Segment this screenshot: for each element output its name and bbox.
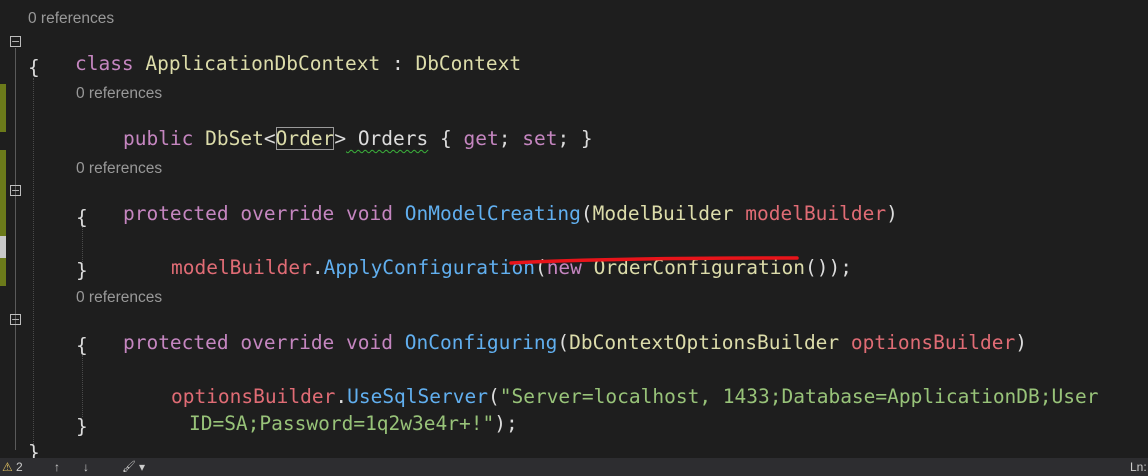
chevron-down-icon[interactable]: ▾ xyxy=(139,460,145,474)
punctuation: ; } xyxy=(557,127,593,150)
keyword: void xyxy=(334,331,394,354)
keyword: set xyxy=(522,127,558,150)
indent-guide xyxy=(33,78,34,448)
fold-line xyxy=(15,48,16,450)
brace: } xyxy=(76,415,88,438)
line-number-label: Ln: xyxy=(1130,460,1147,474)
down-arrow-icon[interactable]: ↓ xyxy=(83,460,89,474)
collapse-icon[interactable]: − xyxy=(10,185,21,196)
punctuation: . xyxy=(311,256,324,279)
collapse-icon[interactable]: − xyxy=(10,36,21,47)
code-lens-references[interactable]: 0 references xyxy=(28,10,114,28)
status-bar: ⚠ 2 ↑ ↓ 🖌 ▾ Ln: xyxy=(0,458,1148,476)
code-line-brace[interactable]: { xyxy=(28,56,40,79)
method-name: OnConfiguring xyxy=(393,331,558,354)
keyword: override xyxy=(228,331,335,354)
code-line-brace[interactable]: { xyxy=(76,206,88,229)
keyword: void xyxy=(334,202,394,225)
punctuation: ; xyxy=(498,127,523,150)
keyword: protected xyxy=(122,331,229,354)
code-line-brace[interactable]: } xyxy=(28,441,40,458)
param-type: DbContextOptionsBuilder xyxy=(569,331,840,354)
up-arrow-icon[interactable]: ↑ xyxy=(54,460,60,474)
operator: : xyxy=(380,52,416,75)
method-call: ApplyConfiguration xyxy=(323,256,535,279)
red-underline-annotation xyxy=(509,256,799,265)
keyword: protected xyxy=(122,202,229,225)
param-name: optionsBuilder xyxy=(839,331,1016,354)
code-line-brace[interactable]: { xyxy=(76,334,88,357)
type-name: DbSet xyxy=(193,127,264,150)
brush-icon[interactable]: 🖌 xyxy=(122,460,136,473)
punctuation: ) xyxy=(886,202,898,225)
method-name: OnModelCreating xyxy=(393,202,581,225)
punctuation: ); xyxy=(494,412,518,435)
brace: } xyxy=(76,259,88,282)
string-literal: "Server=localhost, 1433;Database=Applica… xyxy=(499,385,1099,408)
keyword: get xyxy=(463,127,499,150)
class-name: ApplicationDbContext xyxy=(133,52,381,75)
operator: < xyxy=(263,127,276,150)
collapse-icon[interactable]: − xyxy=(10,314,21,325)
code-line-class-declaration[interactable]: class ApplicationDbContext : DbContext xyxy=(28,29,521,98)
variable: modelBuilder xyxy=(170,256,312,279)
punctuation: { xyxy=(428,127,464,150)
brace: } xyxy=(28,441,40,458)
param-name: modelBuilder xyxy=(733,202,887,225)
punctuation: ()); xyxy=(804,256,852,279)
param-type: ModelBuilder xyxy=(592,202,734,225)
change-indicator xyxy=(0,84,6,132)
operator: > xyxy=(334,127,347,150)
brace: { xyxy=(76,206,88,229)
punctuation: ) xyxy=(1015,331,1028,354)
change-indicator xyxy=(0,258,6,286)
code-line-usesqlserver-continued[interactable]: ID=SA;Password=1q2w3e4r+!"); xyxy=(142,389,518,458)
warning-count[interactable]: 2 xyxy=(16,460,23,474)
base-class: DbContext xyxy=(415,52,522,75)
code-line-dbset-property[interactable]: public DbSet<Order> Orders { get; set; } xyxy=(76,104,593,173)
code-line-brace[interactable]: } xyxy=(76,259,88,282)
punctuation: ( xyxy=(557,331,570,354)
warning-icon[interactable]: ⚠ xyxy=(2,460,13,474)
brace: { xyxy=(28,56,40,79)
code-editor[interactable]: − − − 0 references 0 references 0 refere… xyxy=(0,0,1148,458)
brace: { xyxy=(76,334,88,357)
string-literal: ID=SA;Password=1q2w3e4r+!" xyxy=(188,412,495,435)
change-indicator xyxy=(0,150,6,236)
punctuation: ( xyxy=(580,202,593,225)
change-indicator xyxy=(0,236,6,258)
property-name: Orders xyxy=(346,127,429,150)
code-line-brace[interactable]: } xyxy=(76,415,88,438)
generic-type-highlighted: Order xyxy=(275,127,335,150)
keyword: override xyxy=(228,202,335,225)
keyword: class xyxy=(74,52,134,75)
keyword: public xyxy=(122,127,194,150)
